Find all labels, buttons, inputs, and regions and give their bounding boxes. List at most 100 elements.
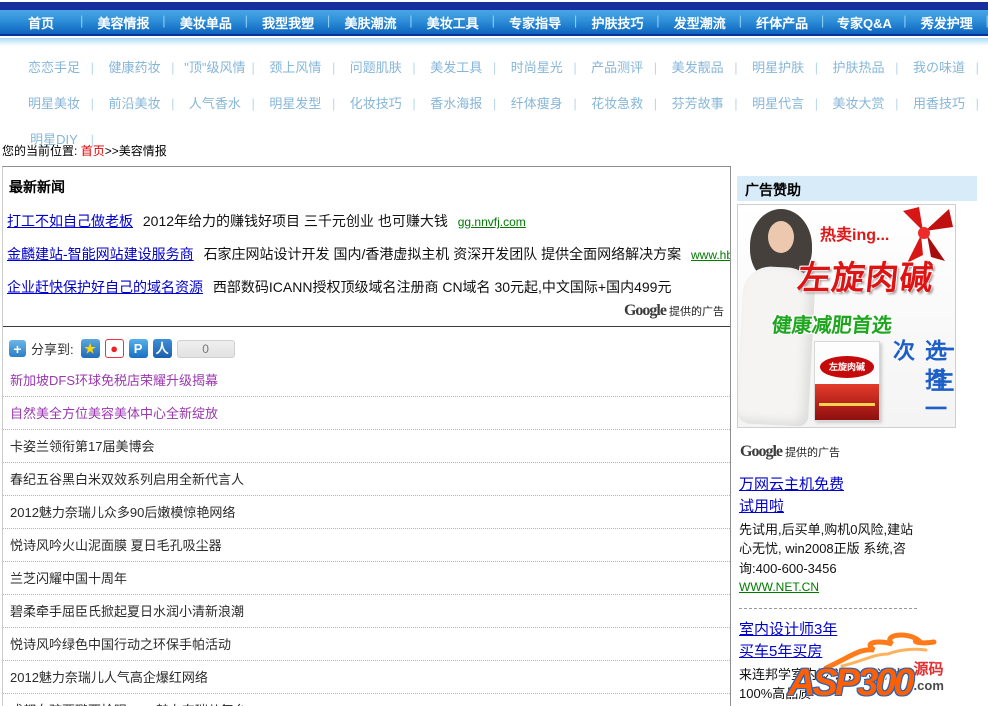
news-item[interactable]: 卡姿兰领衔第17届美博会 — [3, 430, 730, 463]
news-item[interactable]: 悦诗风吟火山泥面膜 夏日毛孔吸尘器 — [3, 529, 730, 562]
ad-link[interactable]: 试用啦 — [739, 496, 917, 518]
qzone-icon[interactable]: ★ — [80, 339, 100, 358]
google-ads-byline: Google 提供的广告 — [740, 443, 977, 461]
news-item[interactable]: 春纪五谷黑白米双效系列启用全新代言人 — [3, 463, 730, 496]
news-item[interactable]: 2012魅力奈瑞儿众多90后嫩模惊艳网络 — [3, 496, 730, 529]
subnav-link[interactable]: 颈上风情 — [257, 54, 335, 82]
subnav-link[interactable]: 纤体瘦身 — [499, 90, 577, 118]
sidebar-text-ad: 万网云主机免费 试用啦 先试用,后买单,购机0风险,建站心无忧, win2008… — [739, 474, 917, 596]
topnav-item-makeup-items[interactable]: 美妆单品 — [165, 13, 249, 32]
news-item[interactable]: 悦诗风吟绿色中国行动之环保手帕活动 — [3, 628, 730, 661]
topnav-item-skincare-tips[interactable]: 护肤技巧 — [576, 13, 660, 32]
ad-link[interactable]: 打工不如自己做老板 — [7, 213, 133, 229]
subnav-link[interactable]: "顶"级风情 — [177, 54, 255, 82]
subnav-link[interactable]: 美发靓品 — [660, 54, 738, 82]
subnav-link[interactable]: 护肤热品 — [821, 54, 899, 82]
ad-description: 西部数码ICANN授权顶级域名注册商 CN域名 30元起,中文国际+国内499元 — [212, 279, 672, 295]
subnav-row-2: 明星美妆 前沿美妆 人气香水 明星发型 化妆技巧 香水海报 纤体瘦身 花妆急救 … — [0, 90, 988, 118]
page: 首页 美容情报 美妆单品 我型我塑 美肤潮流 美妆工具 专家指导 护肤技巧 发型… — [0, 0, 988, 706]
watermark-name: ASP300 — [788, 662, 915, 704]
breadcrumb-home-link[interactable]: 首页 — [81, 144, 105, 158]
renren-icon[interactable]: 人 — [152, 339, 172, 358]
topnav-item-body-products[interactable]: 纤体产品 — [741, 13, 825, 32]
subnav-link[interactable]: 花妆急救 — [579, 90, 657, 118]
share-count: 0 — [176, 339, 235, 358]
topnav-item-beauty-info[interactable]: 美容情报 — [82, 13, 166, 32]
breadcrumb-path: >>美容情报 — [104, 144, 167, 158]
watermark-text-row: ASP300 源码 .com — [788, 661, 944, 705]
top-navigation: 首页 美容情报 美妆单品 我型我塑 美肤潮流 美妆工具 专家指导 护肤技巧 发型… — [0, 2, 988, 36]
topnav-item-home[interactable]: 首页 — [0, 13, 84, 32]
subnav-link[interactable]: 芬芳故事 — [660, 90, 738, 118]
watermark-cn: 源码 — [913, 661, 944, 678]
watermark-dot: .com — [913, 677, 944, 693]
topnav-item-expert-guide[interactable]: 专家指导 — [494, 13, 578, 32]
subnav-link[interactable]: 恋恋手足 — [16, 54, 94, 82]
subnav-link[interactable]: 美妆大赏 — [821, 90, 899, 118]
subnav-link[interactable]: 香水海报 — [418, 90, 496, 118]
news-heading: 最新新闻 — [9, 179, 65, 195]
ad-title-text: 左旋肉碱 — [795, 259, 936, 296]
ad-description: 先试用,后买单,购机0风险,建站心无忧, win2008正版 系统,咨 询:40… — [739, 521, 914, 576]
topnav-item-expert-qa[interactable]: 专家Q&A — [823, 13, 907, 32]
subnav-link[interactable]: 明星代言 — [740, 90, 818, 118]
ad-subtitle-text: 健康减肥首选 — [770, 315, 893, 337]
news-item[interactable]: 碧柔牵手屈臣氏掀起夏日水润小清新浪潮 — [3, 595, 730, 628]
topnav-item-skin-trend[interactable]: 美肤潮流 — [329, 13, 413, 32]
ad-hot-text: 热卖ing... — [820, 227, 890, 244]
news-list: 新加坡DFS环球免税店荣耀升级揭幕 自然美全方位美容美体中心全新绽放 卡姿兰领衔… — [3, 364, 730, 706]
pengyou-icon[interactable]: P — [128, 339, 148, 358]
subnav-link[interactable]: 人气香水 — [177, 90, 255, 118]
subnav-gradient-strip — [0, 38, 988, 46]
ad-url-link[interactable]: WWW.NET.CN — [739, 580, 819, 594]
subnav-link[interactable]: 产品测评 — [579, 54, 657, 82]
google-logo: Google — [740, 443, 783, 460]
subnav-link[interactable]: 健康药妆 — [96, 54, 174, 82]
ad-url-link[interactable]: gg.nnvfj.com — [458, 215, 526, 229]
ad-description: 2012年给力的赚钱好项目 三千元创业 也可赚大钱 — [142, 213, 448, 229]
banner-ad[interactable]: 热卖ing... 左旋肉碱 健康减肥首选 选择一次 美丽一生 左旋肉碱 — [737, 204, 956, 428]
google-ads-byline: Google 提供的广告 — [617, 302, 724, 320]
subnav-link[interactable]: 化妆技巧 — [338, 90, 416, 118]
subnav-link[interactable]: 明星发型 — [257, 90, 335, 118]
subnav-link[interactable]: 明星护肤 — [740, 54, 818, 82]
share-label: 分享到: — [31, 342, 74, 357]
subnav-row-1: 恋恋手足 健康药妆 "顶"级风情 颈上风情 问题肌肤 美发工具 时尚星光 产品测… — [0, 54, 988, 82]
subnav-link[interactable]: 我の味道 — [901, 54, 979, 82]
subnav-link[interactable]: 用香技巧 — [901, 90, 979, 118]
google-byline-text: 提供的广告 — [669, 306, 724, 318]
google-logo: Google — [623, 302, 667, 319]
ad-link[interactable]: 金麟建站-智能网站建设服务商 — [7, 246, 194, 262]
topnav-navy-strip — [0, 2, 988, 10]
subnav-link[interactable]: 美发工具 — [418, 54, 496, 82]
subnav-link[interactable]: 时尚星光 — [499, 54, 577, 82]
topnav-item-makeup-tools[interactable]: 美妆工具 — [412, 13, 496, 32]
topnav-item-hairstyle-trend[interactable]: 发型潮流 — [659, 13, 743, 32]
topnav-item-my-style[interactable]: 我型我塑 — [247, 13, 331, 32]
ad-description: 石家庄网站设计开发 国内/香港虚拟主机 资深开发团队 提供全面网络解决方案 — [203, 246, 682, 262]
share-bar: + 分享到: ★ ● P 人 0 — [9, 339, 730, 358]
subnav-link[interactable]: 前沿美妆 — [96, 90, 174, 118]
sidebar: 广告赞助 热卖ing... 左旋肉碱 健康减肥首选 选择一次 美丽一生 左旋肉碱 — [737, 176, 977, 704]
news-item[interactable]: 兰芝闪耀中国十周年 — [3, 562, 730, 595]
ad-link[interactable]: 企业赶快保护好自己的域名资源 — [7, 279, 203, 295]
ad-link[interactable]: 万网云主机免费 — [739, 474, 917, 496]
share-plus-icon[interactable]: + — [9, 340, 26, 357]
news-item[interactable]: 成都女孩贾璐西抢眼2012魅力奈瑞儿舞台 — [3, 694, 730, 706]
model-face-shape — [768, 221, 794, 253]
topnav-item-hair-care[interactable]: 秀发护理 — [906, 13, 988, 32]
asp300-watermark-logo: ASP300 源码 .com — [788, 632, 986, 705]
news-item[interactable]: 新加坡DFS环球免税店荣耀升级揭幕 — [3, 364, 730, 397]
category-link-grid: 恋恋手足 健康药妆 "顶"级风情 颈上风情 问题肌肤 美发工具 时尚星光 产品测… — [0, 38, 988, 154]
news-item[interactable]: 2012魅力奈瑞儿人气高企爆红网络 — [3, 661, 730, 694]
news-item[interactable]: 自然美全方位美容美体中心全新绽放 — [3, 397, 730, 430]
breadcrumb-label: 您的当前位置: — [2, 144, 78, 158]
breadcrumb: 您的当前位置: 首页>>美容情报 — [2, 142, 167, 159]
topnav-bar: 首页 美容情报 美妆单品 我型我塑 美肤潮流 美妆工具 专家指导 护肤技巧 发型… — [0, 10, 988, 36]
weibo-icon[interactable]: ● — [104, 339, 124, 358]
subnav-link[interactable]: 明星美妆 — [16, 90, 94, 118]
product-box-streak — [819, 403, 875, 406]
ad-url-link[interactable]: www.hbjinl — [691, 248, 730, 262]
subnav-link[interactable]: 问题肌肤 — [338, 54, 416, 82]
text-ad-row: 打工不如自己做老板 2012年给力的赚钱好项目 三千元创业 也可赚大钱 gg.n… — [7, 211, 730, 231]
